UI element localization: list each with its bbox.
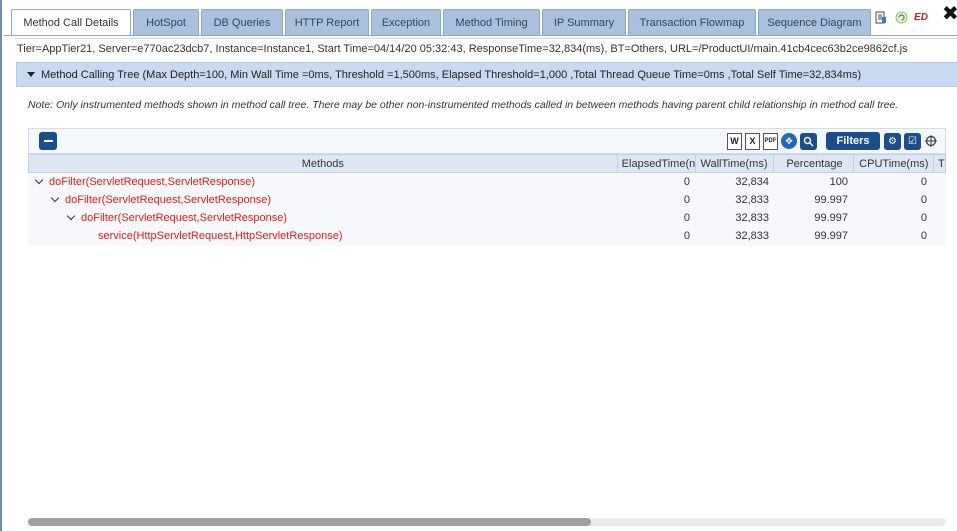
method-calling-tree-header[interactable]: Method Calling Tree (Max Depth=100, Min …	[16, 62, 957, 87]
method-cell: doFilter(ServletRequest,ServletResponse)	[34, 175, 256, 188]
report-icon[interactable]	[874, 10, 888, 24]
wall-time-cell: 32,834	[735, 176, 769, 188]
col-percentage[interactable]: Percentage	[774, 155, 855, 172]
method-cell: doFilter(ServletRequest,ServletResponse)	[66, 211, 288, 224]
excel-export-icon[interactable]: X	[745, 132, 760, 150]
wall-time-cell: 32,833	[735, 230, 769, 242]
settings-icon[interactable]: ⚙	[884, 132, 901, 150]
zoom-icon[interactable]	[800, 132, 817, 150]
tab-exception[interactable]: Exception	[371, 9, 441, 35]
table-header: Methods ElapsedTime(n WallTime(ms) Perce…	[28, 154, 946, 173]
tab-http-report[interactable]: HTTP Report	[285, 9, 369, 35]
method-cell: service(HttpServletRequest,HttpServletRe…	[98, 230, 343, 242]
tab-underline	[4, 35, 957, 36]
transaction-info-line: Tier=AppTier21, Server=e770ac23dcb7, Ins…	[17, 43, 908, 55]
elapsed-cell: 0	[683, 176, 690, 188]
tab-bar: Method Call Details HotSpot DB Queries H…	[11, 9, 873, 36]
table-body: doFilter(ServletRequest,ServletResponse)…	[28, 173, 946, 246]
caret-down-icon	[27, 72, 35, 77]
method-cell: doFilter(ServletRequest,ServletResponse)	[50, 193, 272, 206]
method-name: doFilter(ServletRequest,ServletResponse)	[81, 212, 288, 224]
close-icon[interactable]: ✖	[942, 4, 957, 24]
cpu-time-cell: 0	[920, 212, 927, 224]
cpu-time-cell: 0	[920, 176, 927, 188]
network-icon[interactable]: ✥	[781, 133, 797, 149]
tab-sequence-diagram[interactable]: Sequence Diagram	[758, 9, 871, 35]
col-wall-time[interactable]: WallTime(ms)	[696, 155, 775, 172]
method-name: doFilter(ServletRequest,ServletResponse)	[49, 176, 256, 188]
chevron-down-icon[interactable]	[66, 211, 76, 221]
col-cpu-time[interactable]: CPUTime(ms)	[854, 155, 934, 172]
tab-db-queries[interactable]: DB Queries	[201, 9, 283, 35]
col-elapsed-time[interactable]: ElapsedTime(n	[618, 155, 696, 172]
table-toolbar: W X PDF ✥ Filters ⚙ ☑	[28, 128, 946, 154]
method-name: doFilter(ServletRequest,ServletResponse)	[65, 194, 272, 206]
export-icons: W X PDF ✥ Filters ⚙ ☑	[727, 132, 938, 150]
ed-icon[interactable]: ED	[914, 10, 928, 24]
cpu-time-cell: 0	[920, 194, 927, 206]
collapse-all-button[interactable]	[39, 132, 57, 150]
wall-time-cell: 32,833	[735, 194, 769, 206]
percentage-cell: 100	[829, 176, 848, 188]
tab-transaction-flowmap[interactable]: Transaction Flowmap	[628, 9, 756, 35]
table-row[interactable]: doFilter(ServletRequest,ServletResponse)…	[28, 191, 946, 209]
percentage-cell: 99.997	[814, 212, 848, 224]
method-calling-tree-title: Method Calling Tree (Max Depth=100, Min …	[41, 68, 862, 81]
app-frame: Method Call Details HotSpot DB Queries H…	[0, 0, 957, 531]
chevron-down-icon[interactable]	[34, 175, 44, 185]
tab-method-timing[interactable]: Method Timing	[443, 9, 540, 35]
pdf-export-icon[interactable]: PDF	[763, 132, 778, 150]
crosshair-icon[interactable]	[924, 134, 938, 148]
cpu-time-cell: 0	[920, 230, 927, 242]
col-th[interactable]: Th	[934, 155, 945, 172]
wall-time-cell: 32,833	[735, 212, 769, 224]
elapsed-cell: 0	[683, 212, 690, 224]
tab-method-call-details[interactable]: Method Call Details	[11, 9, 131, 36]
table-row[interactable]: service(HttpServletRequest,HttpServletRe…	[28, 227, 946, 245]
horizontal-scrollbar-thumb[interactable]	[28, 518, 591, 526]
percentage-cell: 99.997	[814, 230, 848, 242]
instrumentation-note: Note: Only instrumented methods shown in…	[28, 99, 899, 111]
elapsed-cell: 0	[683, 230, 690, 242]
percentage-cell: 99.997	[814, 194, 848, 206]
tab-hotspot[interactable]: HotSpot	[133, 9, 199, 35]
elapsed-cell: 0	[683, 194, 690, 206]
table-row[interactable]: doFilter(ServletRequest,ServletResponse)…	[28, 209, 946, 227]
method-name: service(HttpServletRequest,HttpServletRe…	[98, 230, 343, 242]
filters-button[interactable]: Filters	[826, 132, 880, 150]
refresh-icon[interactable]	[894, 10, 908, 24]
checkbox-icon[interactable]: ☑	[904, 132, 921, 150]
minus-icon	[43, 140, 53, 142]
chevron-down-icon[interactable]	[50, 193, 60, 203]
top-tool-icons: ED	[874, 10, 934, 24]
table-row[interactable]: doFilter(ServletRequest,ServletResponse)…	[28, 173, 946, 191]
col-methods[interactable]: Methods	[29, 155, 618, 172]
tab-ip-summary[interactable]: IP Summary	[542, 9, 626, 35]
word-export-icon[interactable]: W	[727, 132, 742, 150]
